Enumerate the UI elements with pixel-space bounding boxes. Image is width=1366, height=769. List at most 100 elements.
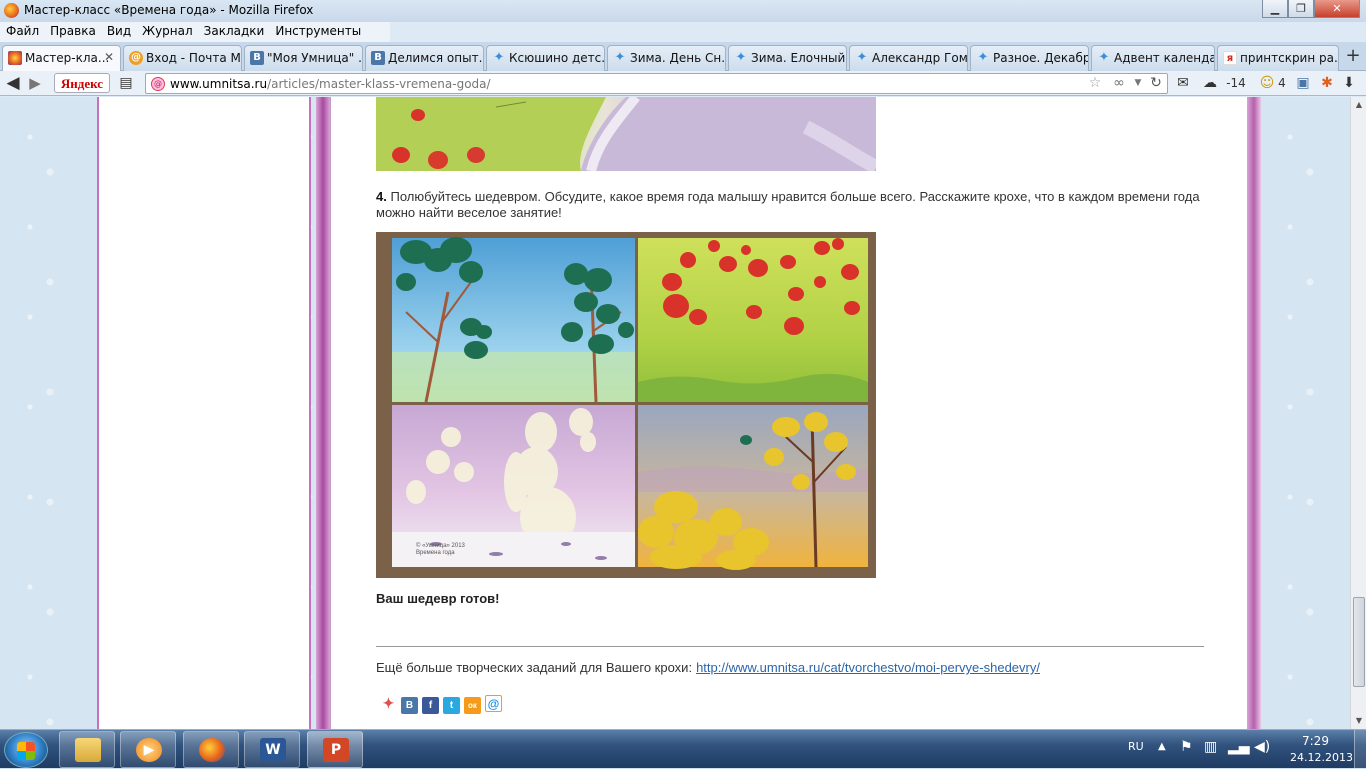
action-center-flag-icon[interactable]: ⚑ [1180,739,1193,755]
close-tab-icon[interactable]: ✕ [104,50,114,64]
facebook-share-icon[interactable]: f [422,697,439,714]
menu-history[interactable]: Журнал [136,22,198,38]
bookmarks-folder-icon[interactable]: ▤ [116,74,136,92]
tab-2[interactable]: В "Моя Умница" ... [244,45,363,71]
weather-temperature[interactable]: -14 [1222,74,1250,92]
more-tasks: Ещё больше творческих заданий для Вашего… [376,660,1040,675]
media-player-icon: ▶ [136,738,162,762]
menu-bookmarks[interactable]: Закладки [198,22,270,38]
back-arrow-icon[interactable]: ◀ [4,74,22,92]
network-signal-icon[interactable]: ▂▄ [1228,739,1250,755]
window-title: Мастер-класс «Времена года» - Mozilla Fi… [24,3,314,17]
left-border-stripe [316,97,330,729]
star-icon: ✦ [735,50,747,65]
step-number: 4. [376,189,387,204]
dropdown-arrow-icon[interactable]: ▼ [1132,74,1144,92]
star-icon: ✦ [856,50,868,65]
seasons-painting-photo: © «Умница» 2013 Времена года [376,232,876,578]
vk-share-icon[interactable]: В [401,697,418,714]
minimize-button[interactable]: ▁ [1262,0,1288,18]
maximize-button[interactable]: ❐ [1288,0,1314,18]
right-border-stripe [1247,97,1261,729]
menu-edit[interactable]: Правка [44,22,101,38]
tab-1[interactable]: @ Вход - Почта М... [123,45,242,71]
vk-icon: В [371,51,385,65]
taskbar-explorer[interactable] [59,731,115,768]
menu-file[interactable]: Файл [0,22,44,38]
tab-label: Александр Гом... [872,51,968,65]
reload-icon[interactable]: ↻ [1147,74,1165,92]
url-text[interactable]: www.umnitsa.ru/articles/master-klass-vre… [170,77,491,91]
close-window-button[interactable]: ✕ [1314,0,1360,18]
tab-label: "Моя Умница" ... [267,51,363,65]
new-tab-button[interactable]: + [1342,46,1364,68]
taskbar-powerpoint[interactable]: P [307,731,363,768]
star-icon: ✦ [493,50,505,65]
tab-9[interactable]: ✦ Адвент календа... [1091,45,1215,71]
powerpoint-icon: P [323,738,349,762]
tab-label: Делимся опыт... [388,51,484,65]
start-button[interactable] [4,732,48,768]
taskbar-word[interactable]: W [244,731,300,768]
tray-expand-icon[interactable]: ▲ [1158,741,1166,752]
weather-cloud-icon[interactable]: ☁ [1200,74,1220,92]
notification-icon[interactable]: ☺ [1258,74,1276,92]
star-icon: ✦ [1098,50,1110,65]
folder-icon [75,738,101,762]
language-indicator[interactable]: RU [1128,740,1144,753]
tab-6[interactable]: ✦ Зима. Елочный... [728,45,847,71]
scrollbar-thumb[interactable] [1353,597,1365,687]
scroll-up-arrow-icon[interactable]: ▲ [1351,97,1366,113]
clock-time[interactable]: 7:29 [1302,734,1329,748]
tab-8[interactable]: ✦ Разное. Декабр... [970,45,1089,71]
more-tasks-link[interactable]: http://www.umnitsa.ru/cat/tvorchestvo/mo… [696,660,1040,675]
tab-5[interactable]: ✦ Зима. День Сн... [607,45,726,71]
address-bar[interactable]: @ www.umnitsa.ru/articles/master-klass-v… [145,73,1168,94]
volume-icon[interactable]: ◀) [1254,739,1270,755]
tab-label: Вход - Почта М... [146,51,242,65]
menu-bar: ФайлПравкаВидЖурналЗакладкиИнструментыСп… [0,22,390,54]
mail-icon: @ [129,51,143,65]
scroll-down-arrow-icon[interactable]: ▼ [1351,713,1366,729]
seasons-painting: © «Умница» 2013 Времена года [392,237,868,570]
taskbar-media-player[interactable]: ▶ [120,731,176,768]
star-icon: ✦ [977,50,989,65]
yandex-icon: я [1223,51,1237,65]
word-icon: W [260,738,286,762]
bookmark-star-icon[interactable]: ☆ [1086,74,1104,92]
vk-toolbar-icon[interactable]: ▣ [1294,74,1312,92]
tab-label: Разное. Декабр... [993,51,1088,65]
vk-icon: В [250,51,264,65]
notification-count: 4 [1278,76,1286,90]
mail-envelope-icon[interactable]: ✉ [1173,74,1193,92]
browser-window: Мастер-класс «Времена года» - Mozilla Fi… [0,0,1366,729]
tab-4[interactable]: ✦ Ксюшино детс... [486,45,605,71]
vertical-scrollbar[interactable]: ▲ ▼ [1350,97,1366,729]
clock-date[interactable]: 24.12.2013 [1290,751,1353,764]
mailru-share-icon[interactable]: @ [485,695,502,712]
taskbar: ▶ W P RU ▲ ⚑ ▥ ▂▄ ◀) 7:29 24.12.2013 [0,729,1366,769]
twitter-share-icon[interactable]: t [443,697,460,714]
odnoklassniki-share-icon[interactable]: ок [464,697,481,714]
reader-glasses-icon[interactable]: ∞ [1108,74,1130,92]
tab-0[interactable]: Мастер-кла... ✕ [2,45,121,72]
menu-tools[interactable]: Инструменты [269,22,366,38]
addon-icon[interactable]: ✱ [1318,74,1336,92]
tab-7[interactable]: ✦ Александр Гом... [849,45,968,71]
taskbar-firefox[interactable] [183,731,239,768]
yandex-button[interactable]: Яндекс [54,73,110,93]
share-icon[interactable]: ✦ [380,695,397,712]
tab-3[interactable]: В Делимся опыт... [365,45,484,71]
menu-view[interactable]: Вид [101,22,136,38]
tab-label: Зима. День Сн... [630,51,726,65]
left-column [97,97,311,729]
device-icon[interactable]: ▥ [1204,739,1217,755]
tab-label: Адвент календа... [1114,51,1214,65]
tab-10[interactable]: я принтскрин ра... [1217,45,1339,71]
site-identity-icon[interactable]: @ [151,77,165,91]
forward-arrow-icon[interactable]: ▶ [26,74,44,92]
download-arrow-icon[interactable]: ⬇ [1340,74,1358,92]
tab-label: Ксюшино детс... [509,51,605,65]
show-desktop-button[interactable] [1354,730,1366,769]
tab-label: принтскрин ра... [1240,51,1339,65]
